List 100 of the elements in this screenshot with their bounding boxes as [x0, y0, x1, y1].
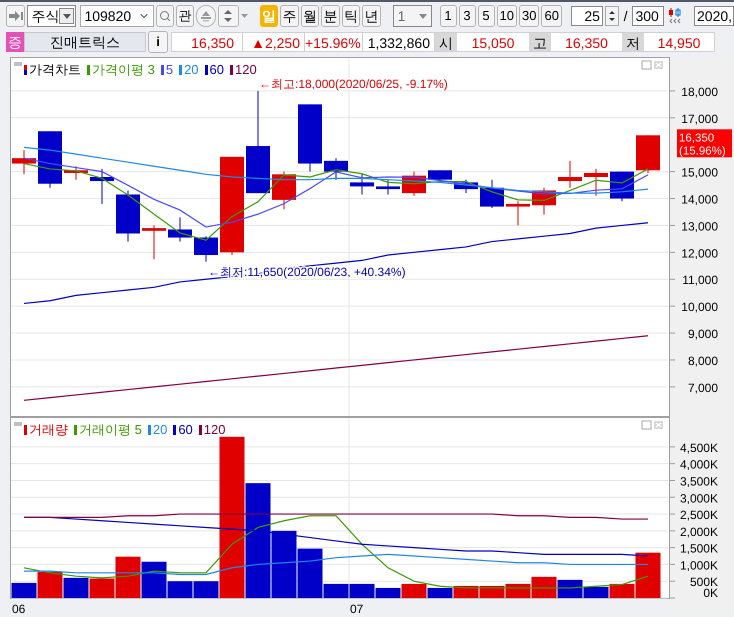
legend-label: 20 — [152, 423, 168, 436]
up-down-icon — [608, 10, 615, 22]
volume-value: 1,332,860 — [363, 33, 435, 51]
candle-settings-icon[interactable] — [668, 8, 682, 24]
date-label: 06 — [12, 602, 26, 616]
restore-icon[interactable] — [642, 60, 652, 70]
low-value: 14,950 — [644, 33, 714, 51]
axis-label: 18,000 — [681, 84, 718, 99]
volume-bar — [376, 588, 400, 598]
legend-label: 거래이평 5 — [79, 423, 142, 436]
candlestick — [454, 179, 478, 194]
axis-label: 7,000 — [688, 380, 718, 395]
separator-text: / — [624, 6, 628, 26]
axis-label: 12,000 — [681, 246, 718, 260]
candlestick — [168, 216, 192, 242]
candlestick — [194, 236, 218, 262]
interval-button[interactable]: 30 — [519, 5, 540, 27]
change-rate-value: +15.96% — [305, 33, 363, 51]
arrow-button[interactable] — [6, 5, 26, 27]
unit-select[interactable]: 1 — [392, 5, 432, 27]
legend-label: 가격차트 — [29, 63, 81, 76]
axis-label: 15,000 — [681, 166, 718, 180]
candlestick — [142, 224, 166, 260]
period-tab[interactable]: 주 — [280, 5, 299, 27]
axis-label: 17,000 — [681, 112, 718, 126]
search-icon — [158, 10, 171, 22]
volume-bar — [64, 578, 88, 598]
candlestick — [584, 168, 608, 196]
interval-button[interactable]: 10 — [496, 5, 517, 27]
axis-label: 13,000 — [681, 219, 718, 234]
price-annotation: ←최고:18,000(2020/06/25, -9.17%) — [259, 76, 448, 91]
candlestick — [480, 179, 504, 208]
axis-label: 4,500K — [680, 440, 718, 455]
legend-label: 가격이평 3 — [92, 63, 155, 76]
stepper-button[interactable] — [218, 5, 239, 27]
legend-label: 120 — [235, 63, 257, 76]
market-select[interactable]: 주식 — [27, 5, 76, 27]
axis-label: 8,000 — [688, 354, 718, 368]
legend-label: 120 — [204, 423, 226, 436]
stock-name-field[interactable]: 진매트릭스 — [24, 32, 146, 52]
dropdown-arrow-icon — [62, 14, 71, 18]
candlestick — [64, 166, 88, 180]
restore-icon[interactable] — [642, 420, 652, 430]
axis-label: 4,000K — [680, 458, 718, 472]
high-value: 16,350 — [551, 33, 622, 51]
volume-bar — [402, 584, 426, 598]
arrow-icon — [8, 11, 23, 21]
open-value: 15,050 — [457, 33, 529, 51]
candlestick — [506, 200, 530, 226]
current-price-tag — [677, 129, 732, 158]
candlestick — [90, 168, 114, 204]
period-tab[interactable]: 월 — [300, 5, 320, 27]
legend-label: 20 — [184, 63, 199, 76]
period-tab[interactable]: 년 — [362, 5, 381, 27]
candlestick — [272, 171, 296, 210]
candlestick — [376, 179, 400, 195]
interval-button[interactable]: 1 — [440, 5, 457, 27]
axis-label: 3,500K — [680, 474, 718, 488]
interval-button[interactable]: 3 — [458, 5, 476, 27]
axis-label: 2,000K — [680, 524, 718, 539]
up-down-icon — [223, 9, 234, 23]
low-label: 저 — [622, 33, 644, 51]
candlestick — [12, 150, 36, 175]
axis-label: 2,500K — [680, 508, 718, 522]
interval-button[interactable]: 60 — [541, 5, 562, 27]
change-value: ▲2,250 — [243, 33, 305, 51]
axis-label: 1,500K — [680, 542, 718, 556]
search-button[interactable] — [156, 5, 174, 27]
period-tab[interactable]: 틱 — [342, 5, 360, 27]
total-field[interactable]: 300 — [632, 6, 664, 26]
candlestick — [298, 104, 322, 172]
dropdown-arrow-icon — [418, 14, 427, 18]
date-field[interactable]: 2020, — [694, 6, 734, 26]
date-label: 07 — [350, 602, 364, 616]
period-tab[interactable]: 분 — [321, 5, 340, 27]
axis-label: 11,000 — [682, 273, 718, 288]
volume-bar — [428, 588, 452, 598]
volume-bar — [350, 584, 374, 598]
caret-icon[interactable] — [241, 14, 248, 18]
candlestick — [558, 160, 582, 188]
close-icon[interactable] — [654, 61, 663, 69]
open-label: 시 — [435, 33, 457, 51]
legend-label: 5 — [166, 63, 174, 76]
candlestick — [636, 134, 660, 174]
candlestick — [532, 187, 556, 216]
interval-button[interactable]: 5 — [478, 5, 495, 27]
close-icon[interactable] — [654, 421, 663, 429]
watch-button[interactable]: 관 — [176, 5, 194, 27]
price-value: 16,350 — [172, 33, 243, 51]
info-button[interactable]: i — [148, 31, 168, 53]
count-field[interactable]: 25 — [570, 6, 603, 26]
legend-label: 거래량 — [29, 423, 68, 436]
current-rate-text: (15.96%) — [679, 145, 726, 158]
axis-label: 14,000 — [681, 192, 718, 207]
stock-code-field[interactable]: 109820 — [80, 5, 154, 27]
axis-label: 9,000 — [688, 327, 718, 342]
count-spinner[interactable] — [604, 6, 619, 26]
legend-label: 60 — [210, 63, 224, 76]
candlestick — [324, 158, 348, 180]
axis-label: 3,000K — [680, 491, 718, 506]
